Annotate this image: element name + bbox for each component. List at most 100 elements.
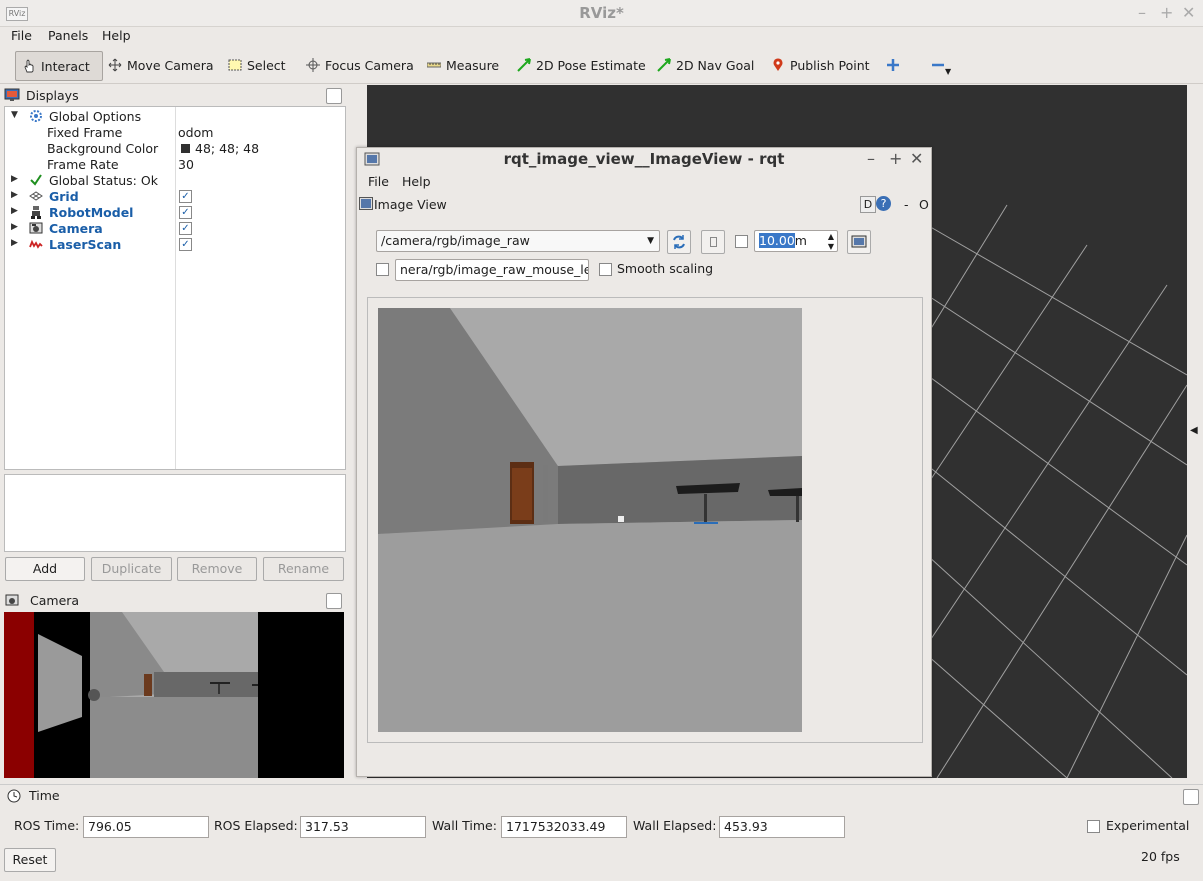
max-depth-spinbox[interactable]: 10.00m ▲ ▼ <box>754 230 838 252</box>
plugin-d-button[interactable]: D <box>860 196 876 213</box>
plugin-title: Image View <box>374 197 447 212</box>
tree-row-camera[interactable]: ▶ Camera ✓ <box>5 220 345 236</box>
remove-tool-button[interactable]: ▼ <box>925 51 951 79</box>
hand-icon <box>24 59 34 73</box>
robot-icon <box>31 206 41 219</box>
spin-down-icon[interactable]: ▼ <box>828 237 834 251</box>
2d-nav-goal-tool-button[interactable]: 2D Nav Goal <box>651 51 760 79</box>
rqt-minimize-button[interactable]: – <box>867 149 875 168</box>
tree-row-background-color[interactable]: Background Color 48; 48; 48 <box>5 140 345 156</box>
wall-elapsed-field[interactable]: 453.93 <box>719 816 845 838</box>
time-float-toggle[interactable] <box>1183 789 1199 805</box>
collapsed-arrow-icon[interactable]: ▶ <box>11 174 18 184</box>
rename-display-button[interactable]: Rename <box>263 557 344 581</box>
rqt-menu-help[interactable]: Help <box>402 174 431 189</box>
camera-scene-image <box>4 612 344 778</box>
camera-float-toggle[interactable] <box>326 593 342 609</box>
view-side-panel-toggle[interactable]: ◀ <box>1187 85 1203 778</box>
ros-elapsed-label: ROS Elapsed: <box>214 818 298 833</box>
title-bar: RViz RViz* – + ✕ <box>0 0 1203 27</box>
add-display-button[interactable]: Add <box>5 557 85 581</box>
collapsed-arrow-icon[interactable]: ▶ <box>11 206 18 216</box>
topic-select[interactable]: /camera/rgb/image_raw ▼ <box>376 230 660 252</box>
rqt-maximize-button[interactable]: + <box>889 149 902 168</box>
mouse-topic-input[interactable]: nera/rgb/image_raw_mouse_left <box>395 259 589 281</box>
menu-file[interactable]: File <box>11 28 32 43</box>
dynamic-range-checkbox[interactable] <box>735 235 748 248</box>
tree-row-global-options[interactable]: ▼ Global Options <box>5 108 345 124</box>
maximize-button[interactable]: + <box>1160 3 1173 22</box>
tree-label: Global Options <box>49 109 142 124</box>
move-icon <box>108 58 122 72</box>
experimental-checkbox[interactable] <box>1087 820 1100 833</box>
collapsed-arrow-icon[interactable]: ▶ <box>11 190 18 200</box>
grid-enabled-checkbox[interactable]: ✓ <box>179 190 192 203</box>
rqt-image-view-window[interactable]: rqt_image_view__ImageView - rqt – + ✕ Fi… <box>356 147 932 777</box>
focus-camera-label: Focus Camera <box>325 57 414 73</box>
focus-camera-tool-button[interactable]: Focus Camera <box>300 51 420 79</box>
tree-row-laserscan[interactable]: ▶ LaserScan ✓ <box>5 236 345 252</box>
rqt-window-title: rqt_image_view__ImageView - rqt <box>503 150 785 168</box>
gear-icon <box>30 110 42 122</box>
smooth-scaling-checkbox[interactable] <box>599 263 612 276</box>
ros-time-field[interactable]: 796.05 <box>83 816 209 838</box>
expanded-arrow-icon[interactable]: ▼ <box>11 110 18 120</box>
add-tool-button[interactable] <box>880 51 906 79</box>
max-depth-value: 10.00 <box>759 233 795 248</box>
move-camera-tool-button[interactable]: Move Camera <box>102 51 220 79</box>
wall-time-field[interactable]: 1717532033.49 <box>501 816 627 838</box>
collapsed-arrow-icon[interactable]: ▶ <box>11 238 18 248</box>
rqt-menu-file[interactable]: File <box>368 174 389 189</box>
tree-row-robotmodel[interactable]: ▶ RobotModel ✓ <box>5 204 345 220</box>
wall-time-label: Wall Time: <box>432 818 497 833</box>
publish-point-label: Publish Point <box>790 57 870 73</box>
tree-row-grid[interactable]: ▶ Grid ✓ <box>5 188 345 204</box>
measure-label: Measure <box>446 57 500 73</box>
tree-label: Fixed Frame <box>47 125 123 140</box>
camera-panel-title: Camera <box>30 592 80 608</box>
plugin-close-button[interactable]: O <box>919 197 929 212</box>
plugin-image-icon <box>359 197 373 210</box>
camera-image[interactable] <box>378 308 802 732</box>
green-arrow-icon <box>657 58 671 72</box>
pause-button[interactable] <box>701 230 725 254</box>
close-button[interactable]: ✕ <box>1182 3 1195 22</box>
measure-tool-button[interactable]: Measure <box>421 51 505 79</box>
collapsed-arrow-icon[interactable]: ▶ <box>11 222 18 232</box>
camera-icon <box>29 222 43 234</box>
grid-icon <box>29 191 43 201</box>
collapse-left-arrow-icon[interactable]: ◀ <box>1190 425 1198 436</box>
robotmodel-enabled-checkbox[interactable]: ✓ <box>179 206 192 219</box>
publish-point-tool-button[interactable]: Publish Point <box>765 51 876 79</box>
menu-panels[interactable]: Panels <box>48 28 88 43</box>
menu-help[interactable]: Help <box>102 28 131 43</box>
displays-float-toggle[interactable] <box>326 88 342 104</box>
pause-icon <box>710 237 717 247</box>
save-image-button[interactable] <box>847 230 871 254</box>
select-tool-button[interactable]: Select <box>222 51 292 79</box>
tree-value[interactable]: 30 <box>178 157 194 172</box>
tree-value[interactable]: odom <box>178 125 213 140</box>
ros-time-label: ROS Time: <box>14 818 80 833</box>
plugin-minimize-button[interactable]: - <box>904 197 909 212</box>
help-icon[interactable]: ? <box>876 196 891 211</box>
ros-elapsed-field[interactable]: 317.53 <box>300 816 426 838</box>
reset-button[interactable]: Reset <box>4 848 56 872</box>
tree-value[interactable]: 48; 48; 48 <box>195 141 259 156</box>
tree-row-fixed-frame[interactable]: Fixed Frame odom <box>5 124 345 140</box>
refresh-topics-button[interactable] <box>667 230 691 254</box>
tree-row-global-status[interactable]: ▶ Global Status: Ok <box>5 172 345 188</box>
publish-mouse-checkbox[interactable] <box>376 263 389 276</box>
interact-tool-button[interactable]: Interact <box>15 51 103 81</box>
minimize-button[interactable]: – <box>1138 3 1146 22</box>
2d-pose-estimate-tool-button[interactable]: 2D Pose Estimate <box>511 51 652 79</box>
tree-row-frame-rate[interactable]: Frame Rate 30 <box>5 156 345 172</box>
camera-enabled-checkbox[interactable]: ✓ <box>179 222 192 235</box>
laserscan-enabled-checkbox[interactable]: ✓ <box>179 238 192 251</box>
camera-render-view[interactable] <box>4 612 344 778</box>
remove-display-button[interactable]: Remove <box>177 557 257 581</box>
ruler-icon <box>427 62 441 68</box>
image-display-area[interactable] <box>367 297 923 743</box>
duplicate-display-button[interactable]: Duplicate <box>91 557 172 581</box>
rqt-close-button[interactable]: ✕ <box>910 149 923 168</box>
